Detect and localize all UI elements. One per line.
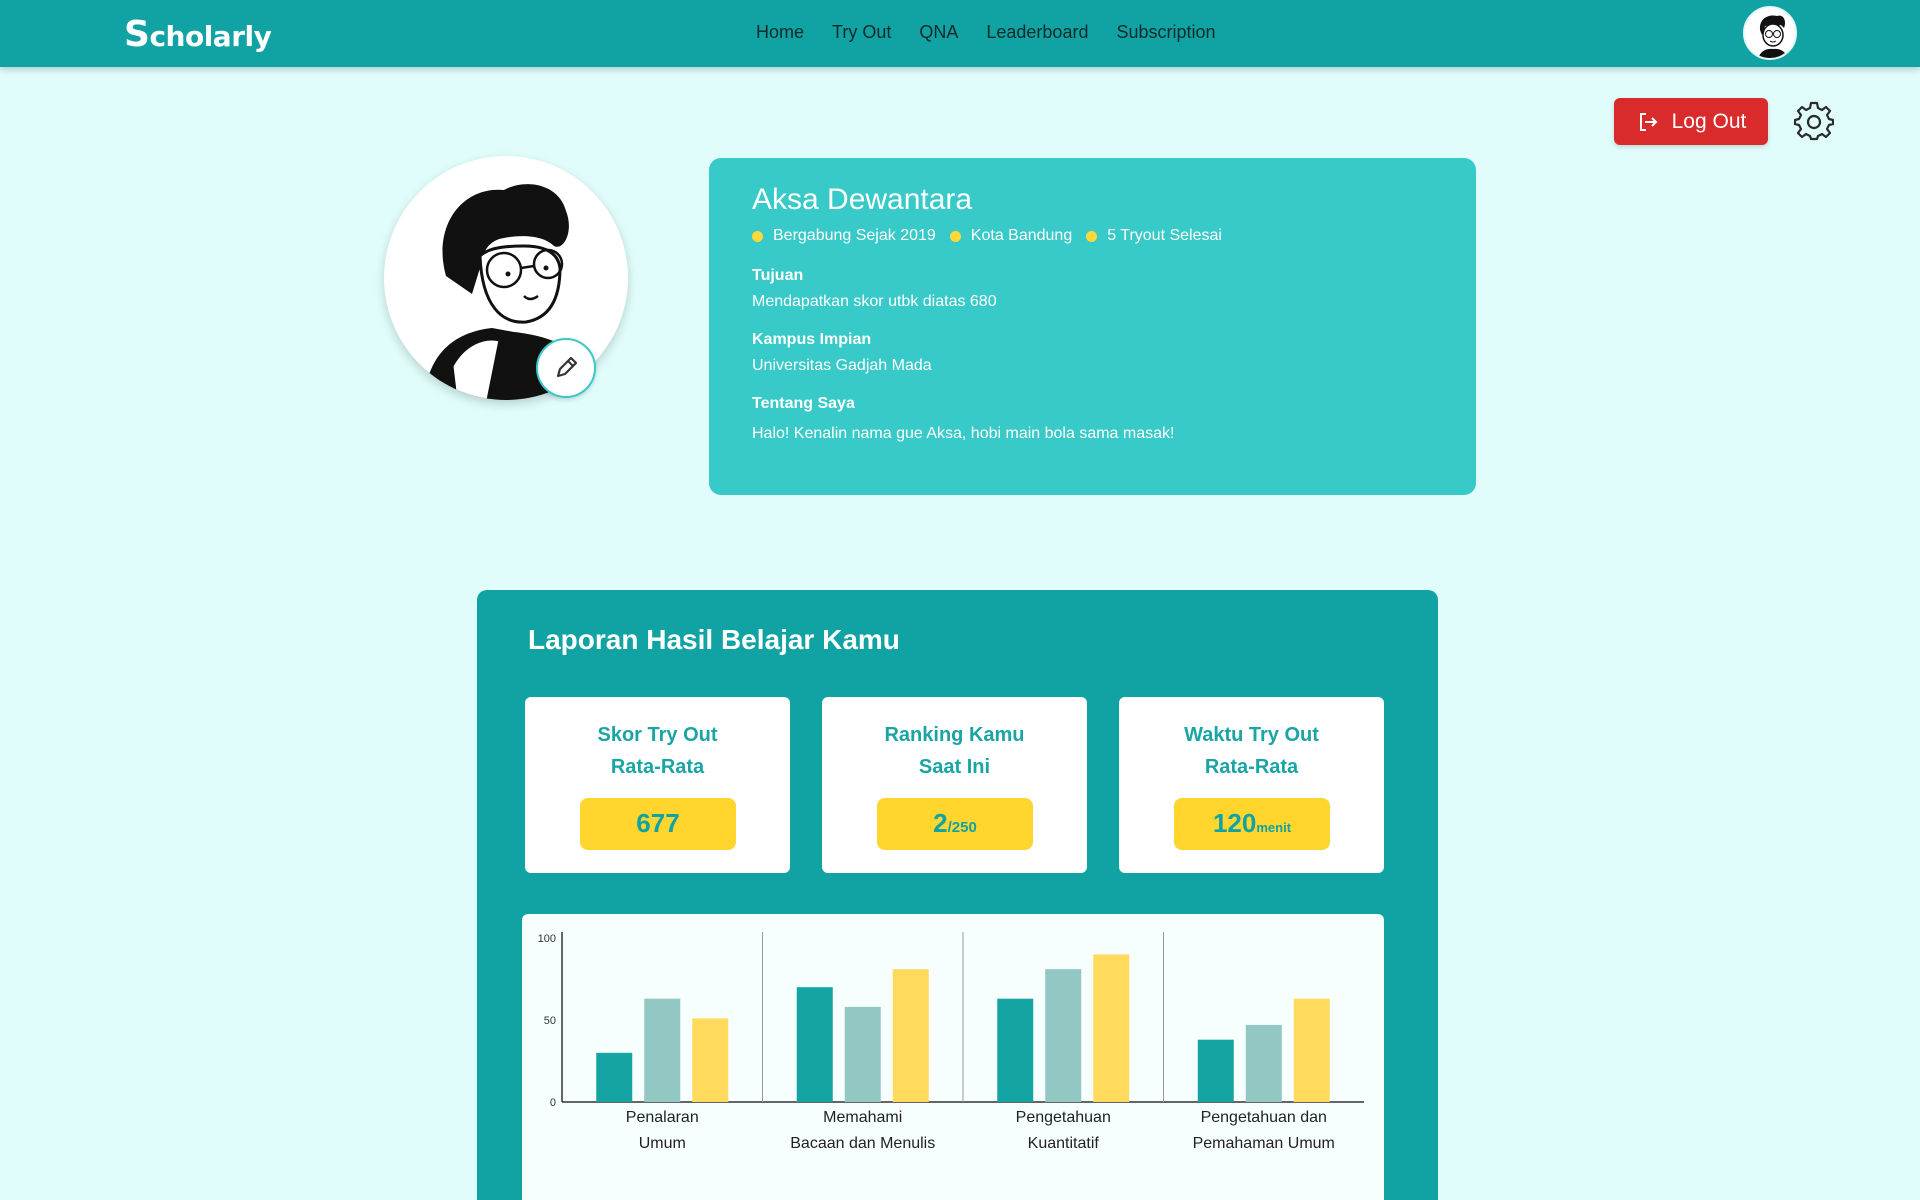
bar-1-series-3 (692, 1018, 729, 1102)
stat-value-ranking: 2/250 (877, 798, 1033, 850)
bar-4-series-2 (1245, 1024, 1282, 1102)
bullet-dot-icon (752, 230, 763, 242)
about-value: Halo! Kenalin nama gue Aksa, hobi main b… (752, 425, 1175, 442)
bar-1-series-1 (596, 1052, 633, 1102)
bar-3-series-2 (1045, 969, 1082, 1102)
meta-joined: Bergabung Sejak 2019 (752, 227, 936, 245)
x-category-label: Penalaran (626, 1109, 699, 1126)
about-label: Tentang Saya (752, 395, 855, 412)
logo-rest: cholarly (149, 20, 272, 53)
score-bar-chart: 0 50 100 Penalaran Umum Memahami Bacaan dan Me… (538, 932, 1364, 1152)
campus-value: Universitas Gadjah Mada (752, 357, 932, 374)
stat-title: Ranking Kamu Saat Ini (884, 724, 1025, 778)
y-tick-label: 100 (538, 933, 556, 945)
nav-qna[interactable]: QNA (919, 22, 958, 43)
navbar: Scholarly Home Try Out QNA Leaderboard S… (0, 0, 1920, 67)
bullet-dot-icon (1086, 230, 1098, 242)
scholarly-logo[interactable]: Scholarly (124, 14, 272, 55)
x-category-label: Pemahaman Umum (1193, 1135, 1335, 1152)
nav-links: Home Try Out QNA Leaderboard Subscriptio… (756, 22, 1216, 43)
score-chart-card: 0 50 100 Penalaran Umum Memahami Bacaan dan Me… (522, 914, 1384, 1200)
bar-2-series-2 (844, 1006, 881, 1102)
nav-subscription[interactable]: Subscription (1116, 22, 1215, 43)
stat-card-time: Waktu Try Out Rata-Rata 120 menit (1119, 697, 1384, 873)
profile-name: Aksa Dewantara (752, 183, 973, 216)
stat-title: Skor Try Out Rata-Rata (597, 724, 718, 778)
avatar-illustration-icon (1758, 15, 1788, 58)
bar-4-series-3 (1293, 998, 1330, 1102)
meta-tryouts: 5 Tryout Selesai (1086, 227, 1222, 245)
bar-1-series-2 (644, 998, 681, 1102)
stat-value-score: 677 (580, 798, 736, 850)
learning-report-section: Laporan Hasil Belajar Kamu Skor Try Out … (477, 590, 1438, 1200)
bar-3-series-1 (997, 998, 1034, 1102)
campus-label: Kampus Impian (752, 331, 872, 348)
logout-icon (1639, 112, 1658, 131)
y-tick-label: 0 (550, 1097, 556, 1109)
pencil-icon (556, 356, 578, 378)
bullet-dot-icon (949, 230, 961, 242)
profile-meta-row: Bergabung Sejak 2019 Kota Bandung 5 Tryo… (752, 227, 1433, 245)
meta-city: Kota Bandung (949, 227, 1072, 245)
goal-label: Tujuan (752, 267, 804, 284)
nav-try-out[interactable]: Try Out (832, 22, 891, 43)
y-tick-label: 50 (544, 1015, 556, 1027)
user-avatar[interactable] (1743, 6, 1797, 60)
stat-title: Waktu Try Out Rata-Rata (1184, 724, 1319, 778)
stat-value-time: 120 menit (1174, 798, 1330, 850)
bar-4-series-1 (1197, 1039, 1234, 1102)
bar-3-series-3 (1093, 954, 1130, 1102)
bar-2-series-3 (892, 969, 929, 1102)
logout-button[interactable]: Log Out (1614, 98, 1768, 145)
x-category-label: Memahami (823, 1109, 902, 1126)
x-category-label: Bacaan dan Menulis (790, 1135, 935, 1152)
settings-gear-icon[interactable] (1793, 101, 1835, 141)
stat-card-ranking: Ranking Kamu Saat Ini 2/250 (822, 697, 1087, 873)
nav-home[interactable]: Home (756, 22, 804, 43)
goal-value: Mendapatkan skor utbk diatas 680 (752, 293, 997, 310)
report-title: Laporan Hasil Belajar Kamu (528, 624, 900, 655)
stat-card-score: Skor Try Out Rata-Rata 677 (525, 697, 790, 873)
logo-first-letter: S (124, 14, 150, 55)
edit-avatar-button[interactable] (536, 338, 596, 398)
x-category-label: Pengetahuan (1016, 1109, 1111, 1126)
logout-label: Log Out (1671, 109, 1747, 133)
x-category-label: Umum (639, 1135, 686, 1152)
bar-2-series-1 (796, 987, 833, 1102)
x-category-label: Kuantitatif (1028, 1135, 1100, 1152)
nav-leaderboard[interactable]: Leaderboard (986, 22, 1088, 43)
x-category-label: Pengetahuan dan (1201, 1109, 1327, 1126)
profile-info-card: Aksa Dewantara Bergabung Sejak 2019 Kota… (709, 158, 1476, 495)
